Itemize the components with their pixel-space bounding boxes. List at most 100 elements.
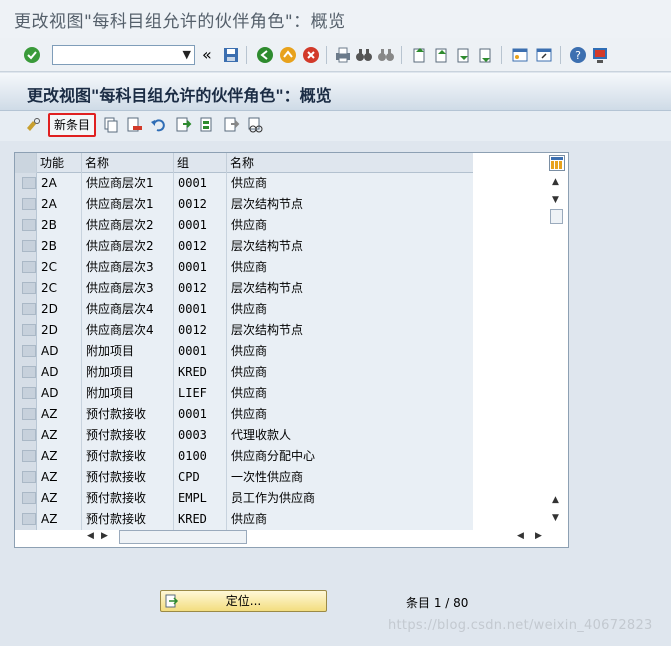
- deselect-all-icon[interactable]: [222, 116, 240, 134]
- cell-name[interactable]: 供应商层次2: [82, 215, 174, 236]
- cell-function[interactable]: 2B: [37, 236, 82, 257]
- row-selector[interactable]: [15, 362, 37, 383]
- cell-group[interactable]: KRED: [174, 362, 227, 383]
- cell-group-name[interactable]: 供应商: [227, 173, 473, 194]
- scroll-down-icon[interactable]: ▼: [552, 195, 559, 205]
- row-selector[interactable]: [15, 236, 37, 257]
- cell-function[interactable]: 2A: [37, 194, 82, 215]
- copy-as-icon[interactable]: [102, 116, 120, 134]
- cell-group-name[interactable]: 层次结构节点: [227, 320, 473, 341]
- cell-name[interactable]: 预付款接收: [82, 404, 174, 425]
- table-row[interactable]: AZ 预付款接收 0001 供应商: [15, 404, 473, 425]
- cell-name[interactable]: 供应商层次3: [82, 278, 174, 299]
- row-selector[interactable]: [15, 194, 37, 215]
- new-session-icon[interactable]: [511, 46, 529, 64]
- row-selector[interactable]: [15, 215, 37, 236]
- table-row[interactable]: 2A 供应商层次1 0012 层次结构节点: [15, 194, 473, 215]
- cell-group-name[interactable]: 层次结构节点: [227, 236, 473, 257]
- row-selector[interactable]: [15, 257, 37, 278]
- cell-name[interactable]: 供应商层次3: [82, 257, 174, 278]
- table-row[interactable]: AZ 预付款接收 EMPL 员工作为供应商: [15, 488, 473, 509]
- cell-name[interactable]: 供应商层次1: [82, 194, 174, 215]
- select-all-column-header[interactable]: [15, 153, 37, 173]
- cell-group[interactable]: 0012: [174, 320, 227, 341]
- cell-name[interactable]: 预付款接收: [82, 425, 174, 446]
- table-row[interactable]: AD 附加项目 0001 供应商: [15, 341, 473, 362]
- print-icon[interactable]: [334, 46, 352, 64]
- table-row[interactable]: 2C 供应商层次3 0012 层次结构节点: [15, 278, 473, 299]
- cell-function[interactable]: AZ: [37, 446, 82, 467]
- cell-group[interactable]: 0012: [174, 236, 227, 257]
- row-selector[interactable]: [15, 509, 37, 530]
- cell-group[interactable]: 0001: [174, 299, 227, 320]
- cell-name[interactable]: 供应商层次4: [82, 299, 174, 320]
- table-row[interactable]: 2D 供应商层次4 0001 供应商: [15, 299, 473, 320]
- enter-icon[interactable]: [23, 46, 41, 64]
- row-selector[interactable]: [15, 173, 37, 194]
- cell-group[interactable]: 0001: [174, 215, 227, 236]
- cell-group-name[interactable]: 代理收款人: [227, 425, 473, 446]
- exit-icon[interactable]: [279, 46, 297, 64]
- horizontal-scrollbar[interactable]: ◀ ▶ ◀ ▶: [85, 529, 555, 545]
- row-selector[interactable]: [15, 383, 37, 404]
- cell-name[interactable]: 附加项目: [82, 362, 174, 383]
- glasses-icon[interactable]: [246, 116, 264, 134]
- cell-group[interactable]: 0003: [174, 425, 227, 446]
- cell-group-name[interactable]: 供应商: [227, 509, 473, 530]
- cell-name[interactable]: 附加项目: [82, 383, 174, 404]
- cell-group[interactable]: 0012: [174, 194, 227, 215]
- table-row[interactable]: AD 附加项目 LIEF 供应商: [15, 383, 473, 404]
- column-header-group[interactable]: 组: [174, 153, 227, 173]
- cell-name[interactable]: 供应商层次4: [82, 320, 174, 341]
- cell-group[interactable]: 0012: [174, 278, 227, 299]
- scroll-up-icon[interactable]: ▲: [552, 177, 559, 187]
- scroll-right-icon[interactable]: ▶: [535, 531, 542, 541]
- cell-group[interactable]: 0100: [174, 446, 227, 467]
- cell-function[interactable]: 2C: [37, 257, 82, 278]
- column-settings-icon[interactable]: [549, 155, 565, 171]
- scroll-right-icon[interactable]: ▶: [101, 531, 108, 541]
- chevron-down-icon[interactable]: ▼: [183, 48, 191, 61]
- cell-function[interactable]: 2C: [37, 278, 82, 299]
- new-entries-button[interactable]: 新条目: [48, 113, 96, 137]
- table-row[interactable]: AD 附加项目 KRED 供应商: [15, 362, 473, 383]
- row-selector[interactable]: [15, 278, 37, 299]
- cell-group-name[interactable]: 供应商: [227, 341, 473, 362]
- cell-group-name[interactable]: 供应商: [227, 383, 473, 404]
- cell-function[interactable]: AZ: [37, 488, 82, 509]
- scroll-down-icon[interactable]: ▼: [552, 513, 559, 523]
- cell-function[interactable]: AZ: [37, 467, 82, 488]
- find-next-icon[interactable]: [377, 46, 395, 64]
- cell-group-name[interactable]: 层次结构节点: [227, 278, 473, 299]
- table-row[interactable]: 2A 供应商层次1 0001 供应商: [15, 173, 473, 194]
- next-page-icon[interactable]: [455, 46, 473, 64]
- scroll-left-icon[interactable]: ◀: [517, 531, 524, 541]
- cell-name[interactable]: 附加项目: [82, 341, 174, 362]
- cell-name[interactable]: 供应商层次1: [82, 173, 174, 194]
- cell-group[interactable]: 0001: [174, 404, 227, 425]
- row-selector[interactable]: [15, 299, 37, 320]
- cell-function[interactable]: 2A: [37, 173, 82, 194]
- cell-group-name[interactable]: 一次性供应商: [227, 467, 473, 488]
- cell-function[interactable]: 2B: [37, 215, 82, 236]
- table-row[interactable]: AZ 预付款接收 KRED 供应商: [15, 509, 473, 530]
- cell-function[interactable]: AZ: [37, 404, 82, 425]
- display-change-icon[interactable]: [24, 116, 42, 134]
- column-header-group-name[interactable]: 名称: [227, 153, 473, 173]
- row-selector[interactable]: [15, 467, 37, 488]
- table-row[interactable]: 2D 供应商层次4 0012 层次结构节点: [15, 320, 473, 341]
- cell-group-name[interactable]: 供应商: [227, 299, 473, 320]
- cell-name[interactable]: 预付款接收: [82, 446, 174, 467]
- row-selector[interactable]: [15, 446, 37, 467]
- table-row[interactable]: 2B 供应商层次2 0012 层次结构节点: [15, 236, 473, 257]
- cell-group-name[interactable]: 员工作为供应商: [227, 488, 473, 509]
- row-selector[interactable]: [15, 341, 37, 362]
- cell-function[interactable]: AZ: [37, 425, 82, 446]
- cell-group[interactable]: 0001: [174, 173, 227, 194]
- cell-name[interactable]: 供应商层次2: [82, 236, 174, 257]
- column-header-name[interactable]: 名称: [82, 153, 174, 173]
- back-icon[interactable]: «: [202, 46, 220, 64]
- cell-name[interactable]: 预付款接收: [82, 467, 174, 488]
- help-icon[interactable]: ?: [569, 46, 587, 64]
- customize-icon[interactable]: [591, 46, 609, 64]
